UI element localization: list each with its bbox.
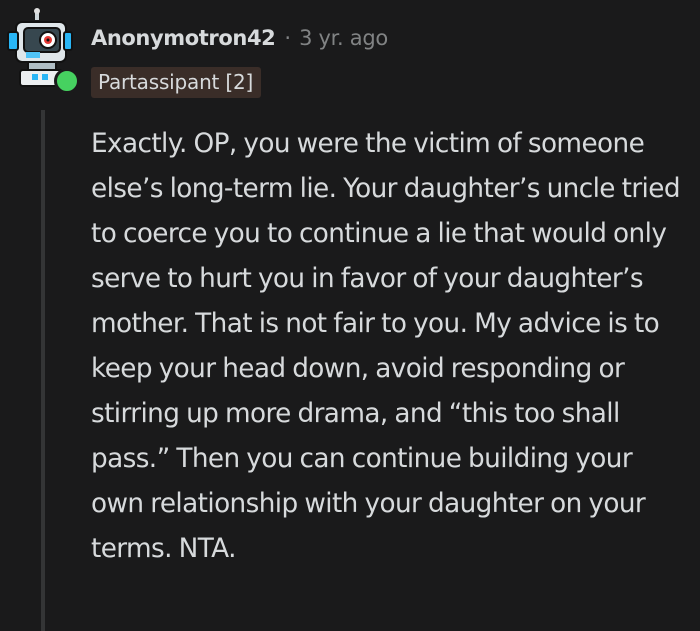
comment-text: Exactly. OP, you were the victim of some… bbox=[91, 129, 681, 564]
user-flair: Partassipant [2] bbox=[91, 67, 262, 98]
thread-collapse-line[interactable] bbox=[41, 110, 45, 631]
meta-separator: · bbox=[284, 26, 292, 50]
comment-header: Anonymotron42 · 3 yr. ago bbox=[91, 26, 388, 50]
comment-body: Exactly. OP, you were the victim of some… bbox=[91, 122, 691, 572]
username-link[interactable]: Anonymotron42 bbox=[91, 26, 276, 50]
online-status-indicator bbox=[54, 68, 80, 94]
timestamp-link[interactable]: 3 yr. ago bbox=[299, 26, 388, 50]
